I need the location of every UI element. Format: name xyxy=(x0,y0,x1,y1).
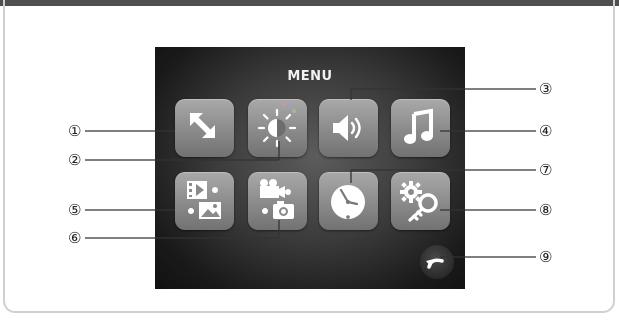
callout-9: ⑨ xyxy=(539,248,553,266)
callout-3: ③ xyxy=(539,80,553,98)
callout-6: ⑥ xyxy=(68,229,82,247)
callout-2: ② xyxy=(68,151,82,169)
callout-5: ⑤ xyxy=(68,201,82,219)
callout-1: ① xyxy=(68,122,82,140)
callout-lines xyxy=(85,88,536,258)
callout-7: ⑦ xyxy=(539,161,553,179)
callout-8: ⑧ xyxy=(539,201,553,219)
callout-4: ④ xyxy=(539,122,553,140)
